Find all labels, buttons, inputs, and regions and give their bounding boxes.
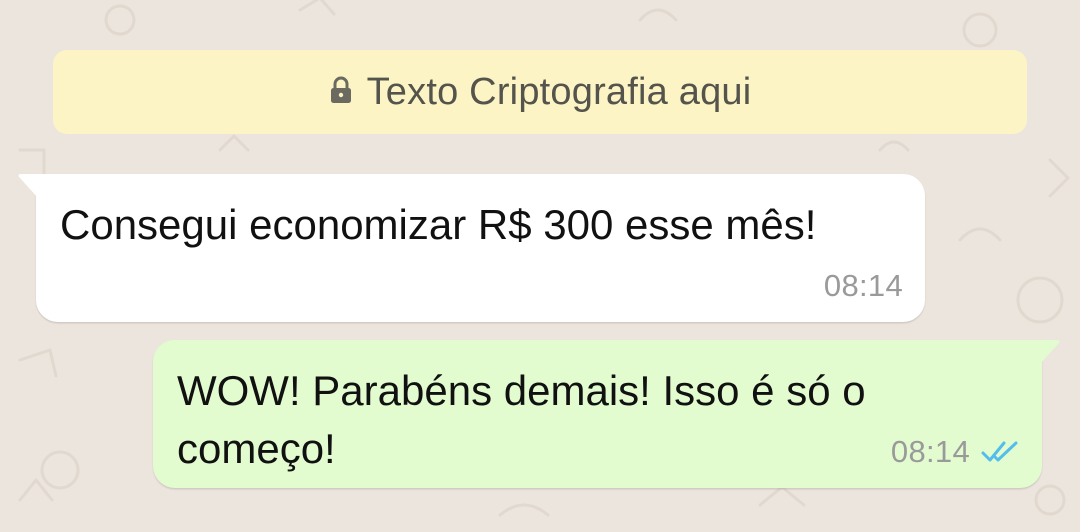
message-time: 08:14: [890, 434, 970, 469]
encryption-notice[interactable]: Texto Criptografia aqui: [53, 50, 1027, 134]
message-text: Consegui economizar R$ 300 esse mês!: [60, 201, 817, 248]
message-text: WOW! Parabéns demais! Isso é só o começo…: [177, 367, 866, 472]
double-check-icon: [981, 441, 1018, 462]
incoming-message-bubble[interactable]: Consegui economizar R$ 300 esse mês! 08:…: [18, 174, 925, 322]
message-meta: 08:14: [824, 268, 903, 304]
encryption-notice-text: Texto Criptografia aqui: [366, 70, 752, 113]
message-time: 08:14: [823, 268, 903, 303]
message-meta: 08:14: [891, 434, 1020, 470]
lock-icon: [330, 76, 351, 103]
outgoing-bubble-tail: [1040, 340, 1060, 364]
outgoing-message-bubble[interactable]: WOW! Parabéns demais! Isso é só o começo…: [153, 340, 1060, 488]
incoming-bubble-tail: [18, 174, 38, 198]
